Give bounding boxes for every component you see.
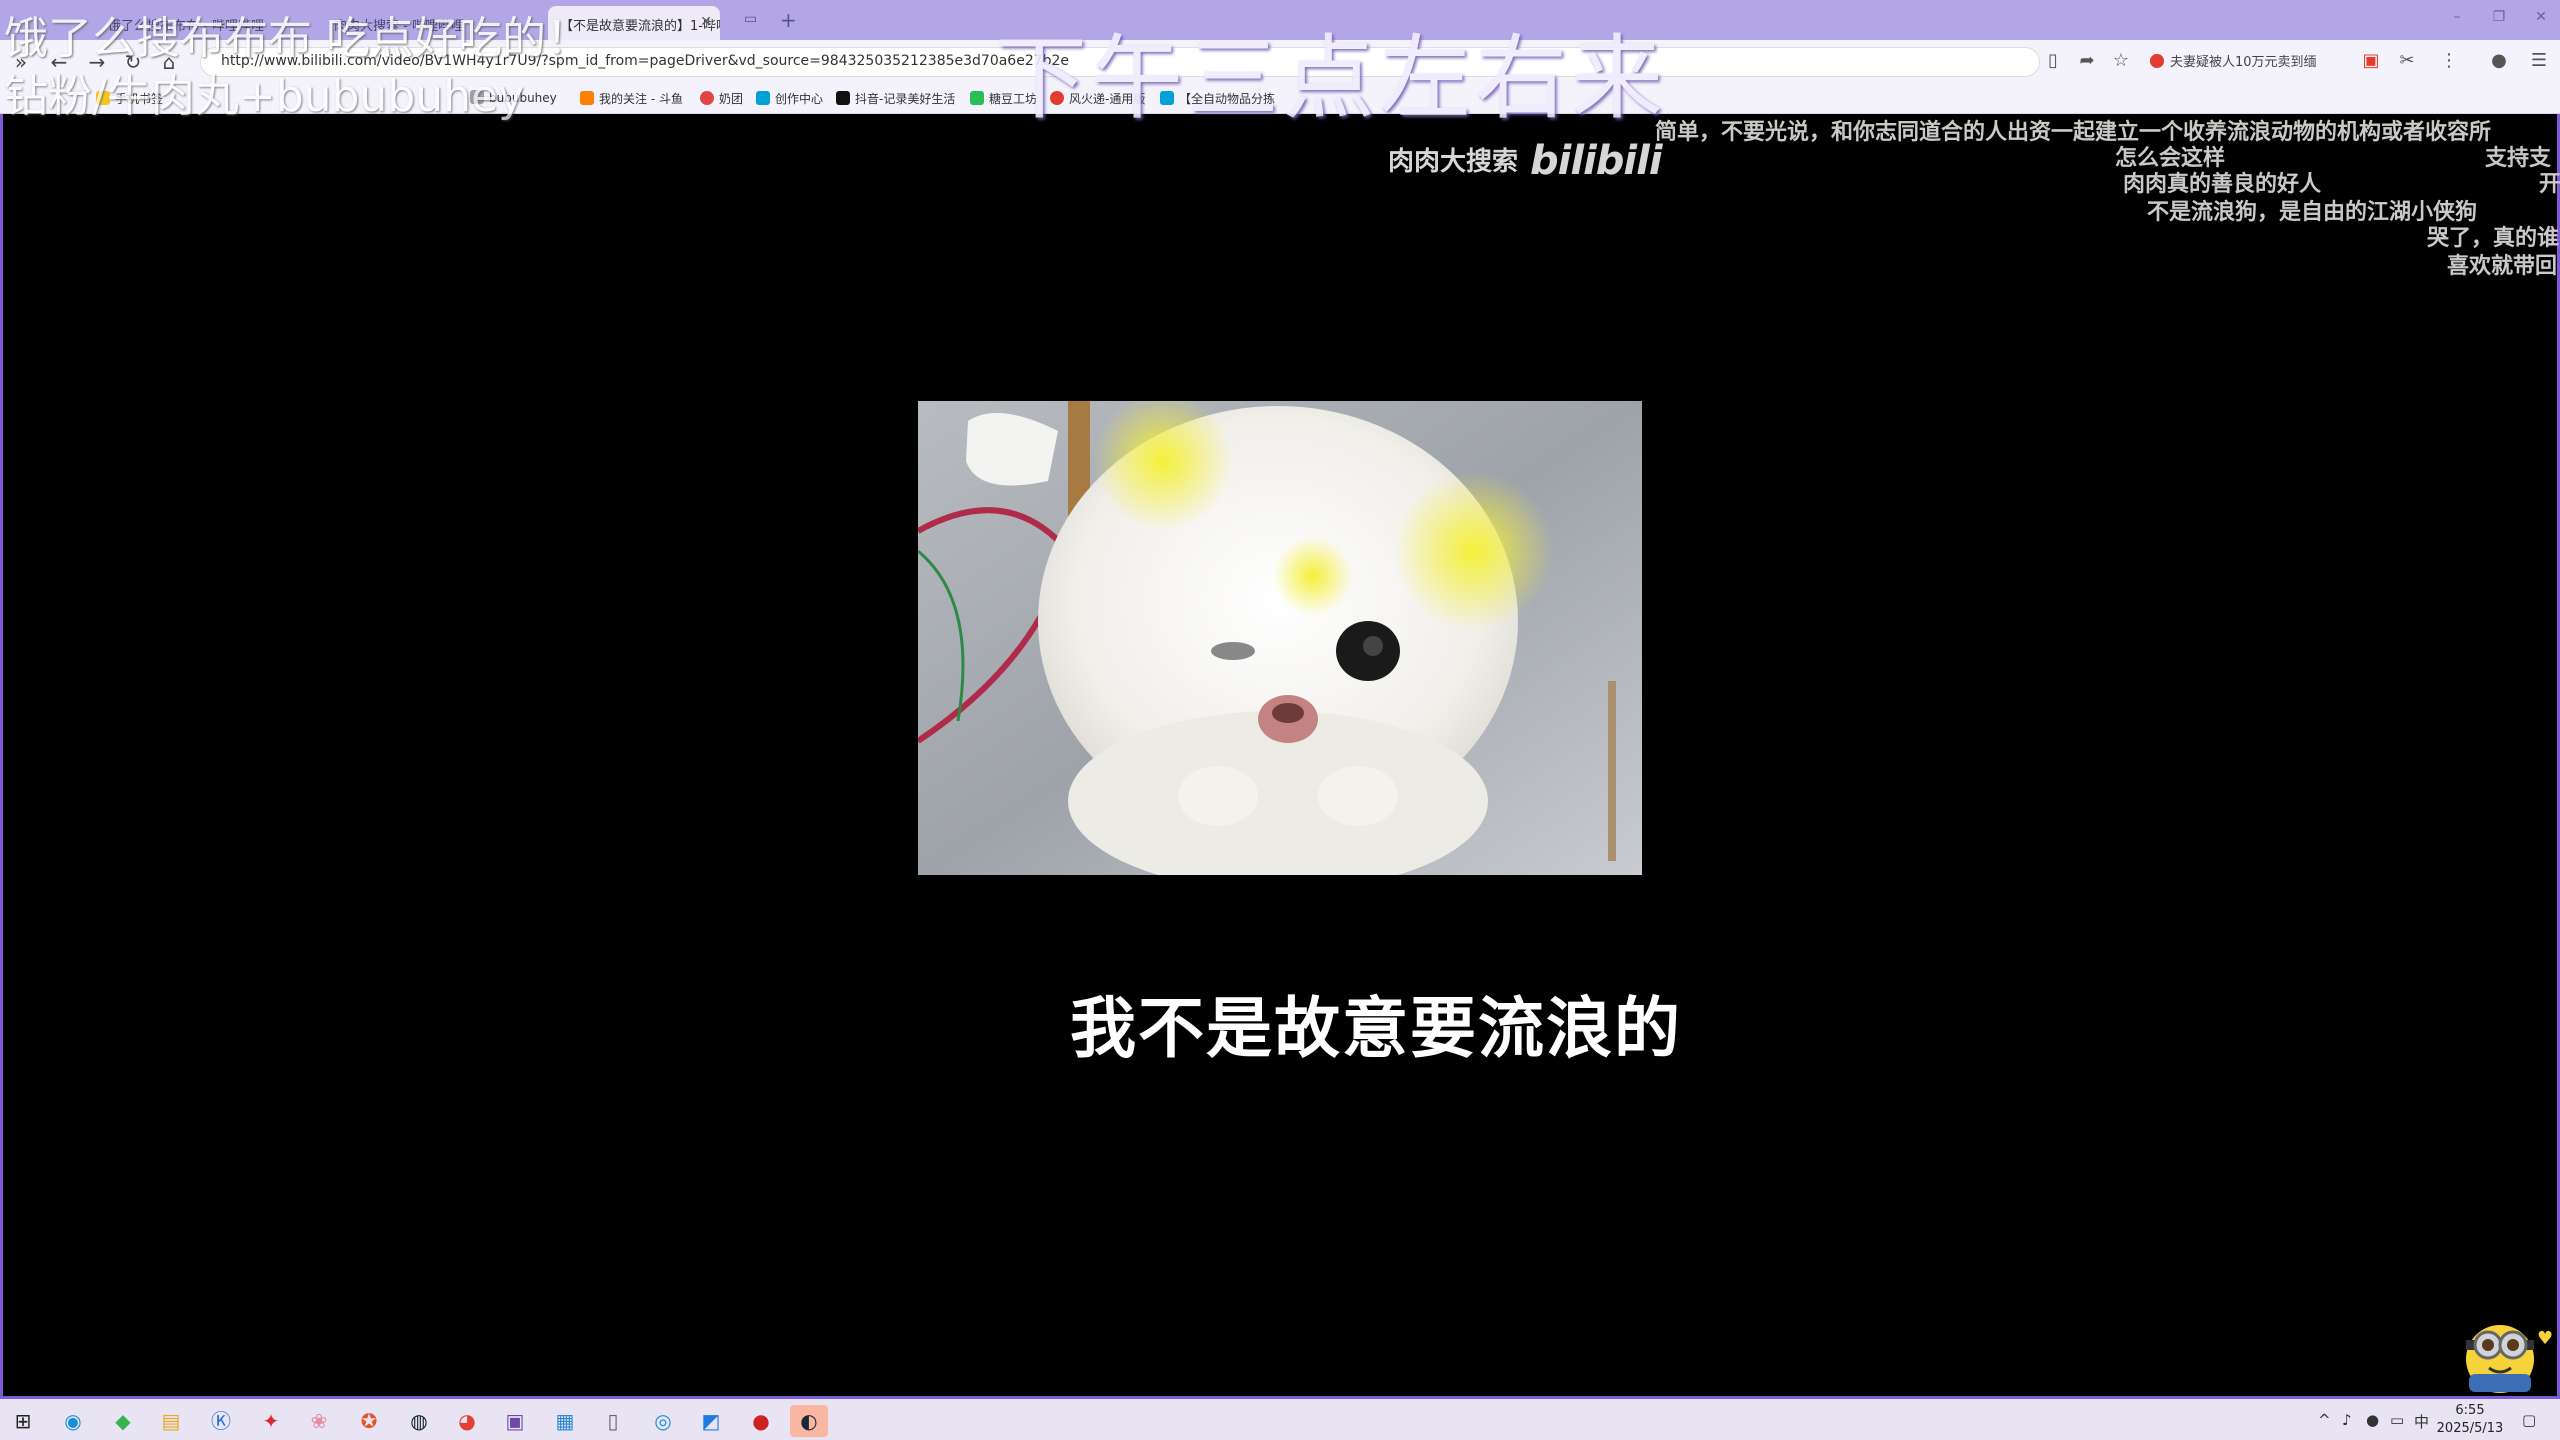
- news-icon: [2150, 54, 2164, 68]
- bookmark-item[interactable]: 奶团: [700, 90, 743, 107]
- svg-text:♥: ♥: [2537, 1328, 2553, 1349]
- stream-overlay-subtext: 钻粉/牛肉丸+bububuhey: [4, 71, 525, 122]
- douyu-icon: [580, 91, 594, 105]
- close-window-icon[interactable]: ✕: [2526, 9, 2556, 25]
- danmaku-comment: 开: [2539, 172, 2560, 197]
- microphone-icon[interactable]: ●: [2366, 1411, 2379, 1429]
- volume-icon[interactable]: ♪: [2342, 1411, 2352, 1429]
- start-icon[interactable]: ⊞: [4, 1405, 42, 1437]
- stream-overlay-schedule: 下午三点左右来: [995, 25, 1668, 132]
- clock-date: 2025/5/13: [2436, 1421, 2504, 1436]
- share-icon[interactable]: ➦: [2074, 50, 2100, 71]
- notification-icon[interactable]: ▢: [2522, 1411, 2536, 1429]
- pdf-extension-icon[interactable]: ▣: [2358, 50, 2384, 71]
- tab-manager-icon[interactable]: ▭: [744, 11, 757, 27]
- danmaku-comment: 喜欢就带回: [2447, 254, 2558, 279]
- system-clock[interactable]: 6:55 2025/5/13: [2430, 1402, 2510, 1438]
- app-icon[interactable]: ●: [742, 1405, 780, 1437]
- bookmark-label: 奶团: [719, 92, 744, 106]
- bilibili-tv-icon: [756, 91, 770, 105]
- restore-icon[interactable]: ❐: [2484, 9, 2514, 25]
- app-k-icon[interactable]: Ⓚ: [202, 1405, 240, 1437]
- app-icon[interactable]: ❀: [300, 1405, 338, 1437]
- bilibili-logo: bilibili: [1530, 138, 1663, 184]
- minion-mascot-icon: ♥: [2455, 1304, 2555, 1394]
- app-icon[interactable]: ▦: [546, 1405, 584, 1437]
- video-frame-dog: [918, 401, 1642, 875]
- bookmark-label: 创作中心: [775, 92, 824, 106]
- edge-icon[interactable]: ◉: [54, 1405, 92, 1437]
- file-explorer-icon[interactable]: ▤: [152, 1405, 190, 1437]
- bookmark-icon: [970, 91, 984, 105]
- document-icon[interactable]: ▯: [594, 1405, 632, 1437]
- danmaku-comment: 简单，不要光说，和你志同道合的人出资一起建立一个收养流浪动物的机构或者收容所: [1655, 120, 2492, 145]
- steam-icon[interactable]: ◐: [790, 1405, 828, 1437]
- cut-icon[interactable]: ✂: [2394, 50, 2420, 71]
- network-icon[interactable]: ▭: [2390, 1411, 2404, 1429]
- stream-overlay-text: 饿了么搜布布布 吃点好吃的！: [4, 13, 590, 64]
- bookmark-icon: [700, 91, 714, 105]
- douyin-icon: [836, 91, 850, 105]
- menu-icon[interactable]: ☰: [2526, 50, 2552, 71]
- app-icon[interactable]: ◆: [104, 1405, 142, 1437]
- news-text: 夫妻疑被人10万元卖到缅: [2170, 55, 2317, 70]
- app-icon[interactable]: ▣: [496, 1405, 534, 1437]
- bookmark-label: 抖音-记录美好生活: [855, 92, 956, 106]
- bookmark-item[interactable]: 我的关注 - 斗鱼: [580, 90, 683, 107]
- bookmark-item[interactable]: 抖音-记录美好生活: [836, 90, 955, 107]
- browser-icon[interactable]: ◎: [644, 1405, 682, 1437]
- close-icon[interactable]: ✕: [700, 14, 712, 30]
- avatar[interactable]: ●: [2486, 50, 2512, 71]
- reader-icon[interactable]: ▯: [2040, 50, 2066, 71]
- star-icon[interactable]: ☆: [2108, 50, 2134, 71]
- watermark-text: 肉肉大搜索: [1388, 147, 1519, 177]
- app-icon[interactable]: ✪: [350, 1405, 388, 1437]
- minimize-icon[interactable]: –: [2442, 9, 2472, 25]
- news-chip[interactable]: 夫妻疑被人10万元卖到缅: [2150, 51, 2317, 70]
- video-subtitle: 我不是故意要流浪的: [1070, 990, 1682, 1067]
- more-icon[interactable]: ⋮: [2436, 50, 2462, 71]
- clock-time: 6:55: [2455, 1403, 2485, 1418]
- obs-icon[interactable]: ◍: [400, 1405, 438, 1437]
- bookmark-label: 我的关注 - 斗鱼: [599, 92, 683, 106]
- bookmark-item[interactable]: 创作中心: [756, 90, 823, 107]
- tray-chevron-icon[interactable]: ^: [2318, 1411, 2331, 1429]
- ime-icon[interactable]: 中: [2414, 1411, 2429, 1432]
- video-watermark: 肉肉大搜索 bilibili: [1388, 138, 1663, 184]
- app-icon[interactable]: ✦: [252, 1405, 290, 1437]
- chrome-icon[interactable]: ◕: [448, 1405, 486, 1437]
- taskbar: ⊞ ◉ ◆ ▤ Ⓚ ✦ ❀ ✪ ◍ ◕ ▣ ▦ ▯ ◎ ◩ ● ◐ ^ ♪ ● …: [0, 1396, 2560, 1440]
- new-tab-button[interactable]: +: [780, 8, 797, 32]
- app-icon[interactable]: ◩: [692, 1405, 730, 1437]
